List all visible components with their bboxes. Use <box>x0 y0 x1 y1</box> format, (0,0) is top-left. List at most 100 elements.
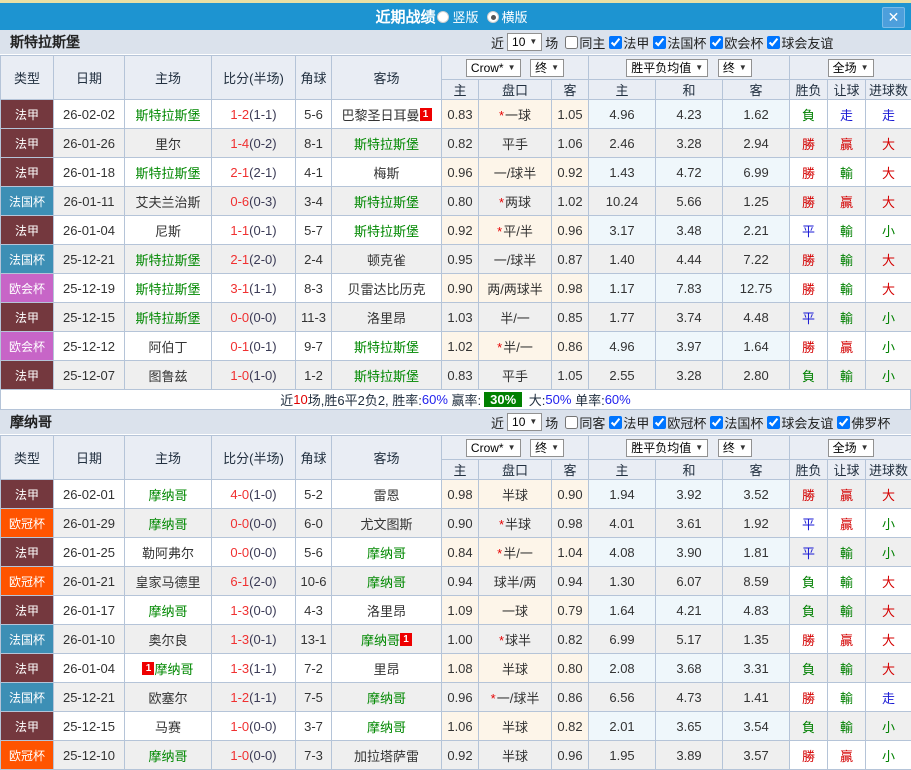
home-odds-cell: 1.08 <box>442 654 479 683</box>
recent-count-value: 10 <box>512 35 525 49</box>
fulltime-score: 1-2 <box>230 690 249 705</box>
league-checkbox[interactable] <box>609 36 622 49</box>
page-title: 近期战绩 <box>375 6 435 27</box>
scope-select[interactable]: 全场 ▼ <box>828 439 874 457</box>
same-venue-checkbox[interactable] <box>565 36 578 49</box>
result-word: 小 <box>882 749 895 764</box>
recent-count-select[interactable]: 10 ▼ <box>507 33 542 51</box>
mean-time-select[interactable]: 终 ▼ <box>718 59 752 77</box>
league-checkbox[interactable] <box>767 416 780 429</box>
scope-dropdown-cell: 全场 ▼ <box>790 56 911 80</box>
team-name: 摩纳哥 <box>10 412 52 432</box>
home-odds-cell: 0.82 <box>442 129 479 158</box>
radio-icon <box>437 11 449 23</box>
goals-result-cell: 走 <box>866 100 911 129</box>
mean-draw-cell: 5.17 <box>656 625 723 654</box>
odds-time-select[interactable]: 终 ▼ <box>530 439 564 457</box>
handicap-label: 半球 <box>502 488 528 503</box>
result-word: 贏 <box>840 137 853 152</box>
recent-label: 近 <box>491 413 504 432</box>
result-word: 走 <box>882 691 895 706</box>
layout-radio-1[interactable]: 横版 <box>487 7 528 26</box>
mean-draw-cell: 3.48 <box>656 216 723 245</box>
away-team-cell: 摩纳哥 <box>332 683 442 712</box>
summary-segment: 60% <box>605 392 631 407</box>
league-checkbox[interactable] <box>710 416 723 429</box>
handicap-cell: *半/一 <box>479 538 552 567</box>
result-word: 平 <box>802 517 815 532</box>
sub-mean-draw: 和 <box>656 80 723 100</box>
date-cell: 26-01-25 <box>54 538 125 567</box>
result-cell: 負 <box>790 567 828 596</box>
scope-select[interactable]: 全场 ▼ <box>828 59 874 77</box>
league-type-cell: 欧会杯 <box>1 274 54 303</box>
mean-type-select[interactable]: 胜平负均值 ▼ <box>626 59 708 77</box>
goals-result-cell: 大 <box>866 625 911 654</box>
handicap-result-cell: 贏 <box>828 509 866 538</box>
layout-radio-0[interactable]: 竖版 <box>437 7 478 26</box>
home-odds-cell: 1.02 <box>442 332 479 361</box>
home-team-cell: 斯特拉斯堡 <box>125 100 212 129</box>
col-header-type: 类型 <box>1 56 54 100</box>
goals-result-cell: 大 <box>866 129 911 158</box>
result-word: 輸 <box>840 282 853 297</box>
handicap-cell: *一球 <box>479 100 552 129</box>
team-label: 贝雷达比历克 <box>347 282 425 297</box>
star-marker: * <box>497 340 502 355</box>
away-odds-cell: 0.86 <box>552 683 589 712</box>
same-venue-checkbox[interactable] <box>565 416 578 429</box>
team-label: 斯特拉斯堡 <box>135 311 200 326</box>
matches-table: 类型 日期 主场 比分(半场) 角球 客场 Crow* ▼ 终 ▼ <box>0 435 911 770</box>
mean-home-cell: 4.08 <box>589 538 656 567</box>
league-filter-label: 法国杯 <box>724 413 763 432</box>
handicap-label: 球半 <box>505 633 531 648</box>
league-checkbox[interactable] <box>653 416 666 429</box>
away-team-cell: 斯特拉斯堡 <box>332 332 442 361</box>
score-cell: 1-0(0-0) <box>212 741 296 770</box>
home-team-cell: 里尔 <box>125 129 212 158</box>
close-button[interactable]: ✕ <box>882 7 905 28</box>
away-team-cell: 贝雷达比历克 <box>332 274 442 303</box>
match-row: 法甲26-02-02斯特拉斯堡1-2(1-1)5-6巴黎圣日耳曼10.83*一球… <box>1 100 911 129</box>
corners-cell: 8-1 <box>296 129 332 158</box>
league-checkbox[interactable] <box>767 36 780 49</box>
fulltime-score: 1-1 <box>230 223 249 238</box>
odds-time-select[interactable]: 终 ▼ <box>530 59 564 77</box>
odds-dropdowns-cell: Crow* ▼ 终 ▼ <box>442 56 589 80</box>
league-checkbox[interactable] <box>710 36 723 49</box>
goals-result-cell: 大 <box>866 187 911 216</box>
mean-time-select[interactable]: 终 ▼ <box>718 439 752 457</box>
league-type-cell: 法国杯 <box>1 187 54 216</box>
league-filter-4: 佛罗杯 <box>837 413 890 432</box>
mean-type-select[interactable]: 胜平负均值 ▼ <box>626 439 708 457</box>
home-team-cell: 摩纳哥 <box>125 480 212 509</box>
corners-cell: 3-7 <box>296 712 332 741</box>
section-header: 斯特拉斯堡 近 10 ▼ 场 同主 法甲法国杯欧会杯球会友谊 <box>0 30 911 55</box>
result-word: 輸 <box>840 662 853 677</box>
league-checkbox[interactable] <box>837 416 850 429</box>
bookmaker-select[interactable]: Crow* ▼ <box>466 59 521 77</box>
league-type-cell: 法国杯 <box>1 245 54 274</box>
goals-result-cell: 小 <box>866 741 911 770</box>
star-marker: * <box>499 195 504 210</box>
match-row: 法甲25-12-15斯特拉斯堡0-0(0-0)11-3洛里昂1.03半/一0.8… <box>1 303 911 332</box>
mean-draw-cell: 3.90 <box>656 538 723 567</box>
mean-type-value: 胜平负均值 <box>631 61 691 75</box>
mean-dropdowns-cell: 胜平负均值 ▼ 终 ▼ <box>589 56 790 80</box>
mean-draw-cell: 4.73 <box>656 683 723 712</box>
summary-segment: 赢率: <box>448 390 481 409</box>
result-cell: 平 <box>790 303 828 332</box>
goals-result-cell: 小 <box>866 303 911 332</box>
away-odds-cell: 0.98 <box>552 274 589 303</box>
chevron-down-icon: ▼ <box>551 441 559 455</box>
league-checkbox[interactable] <box>609 416 622 429</box>
score-cell: 3-1(1-1) <box>212 274 296 303</box>
bookmaker-select[interactable]: Crow* ▼ <box>466 439 521 457</box>
away-odds-cell: 1.05 <box>552 100 589 129</box>
fulltime-score: 1-3 <box>230 603 249 618</box>
league-type-cell: 法甲 <box>1 480 54 509</box>
chevron-down-icon: ▼ <box>861 61 869 75</box>
result-word: 輸 <box>840 166 853 181</box>
league-checkbox[interactable] <box>653 36 666 49</box>
recent-count-select[interactable]: 10 ▼ <box>507 413 542 431</box>
